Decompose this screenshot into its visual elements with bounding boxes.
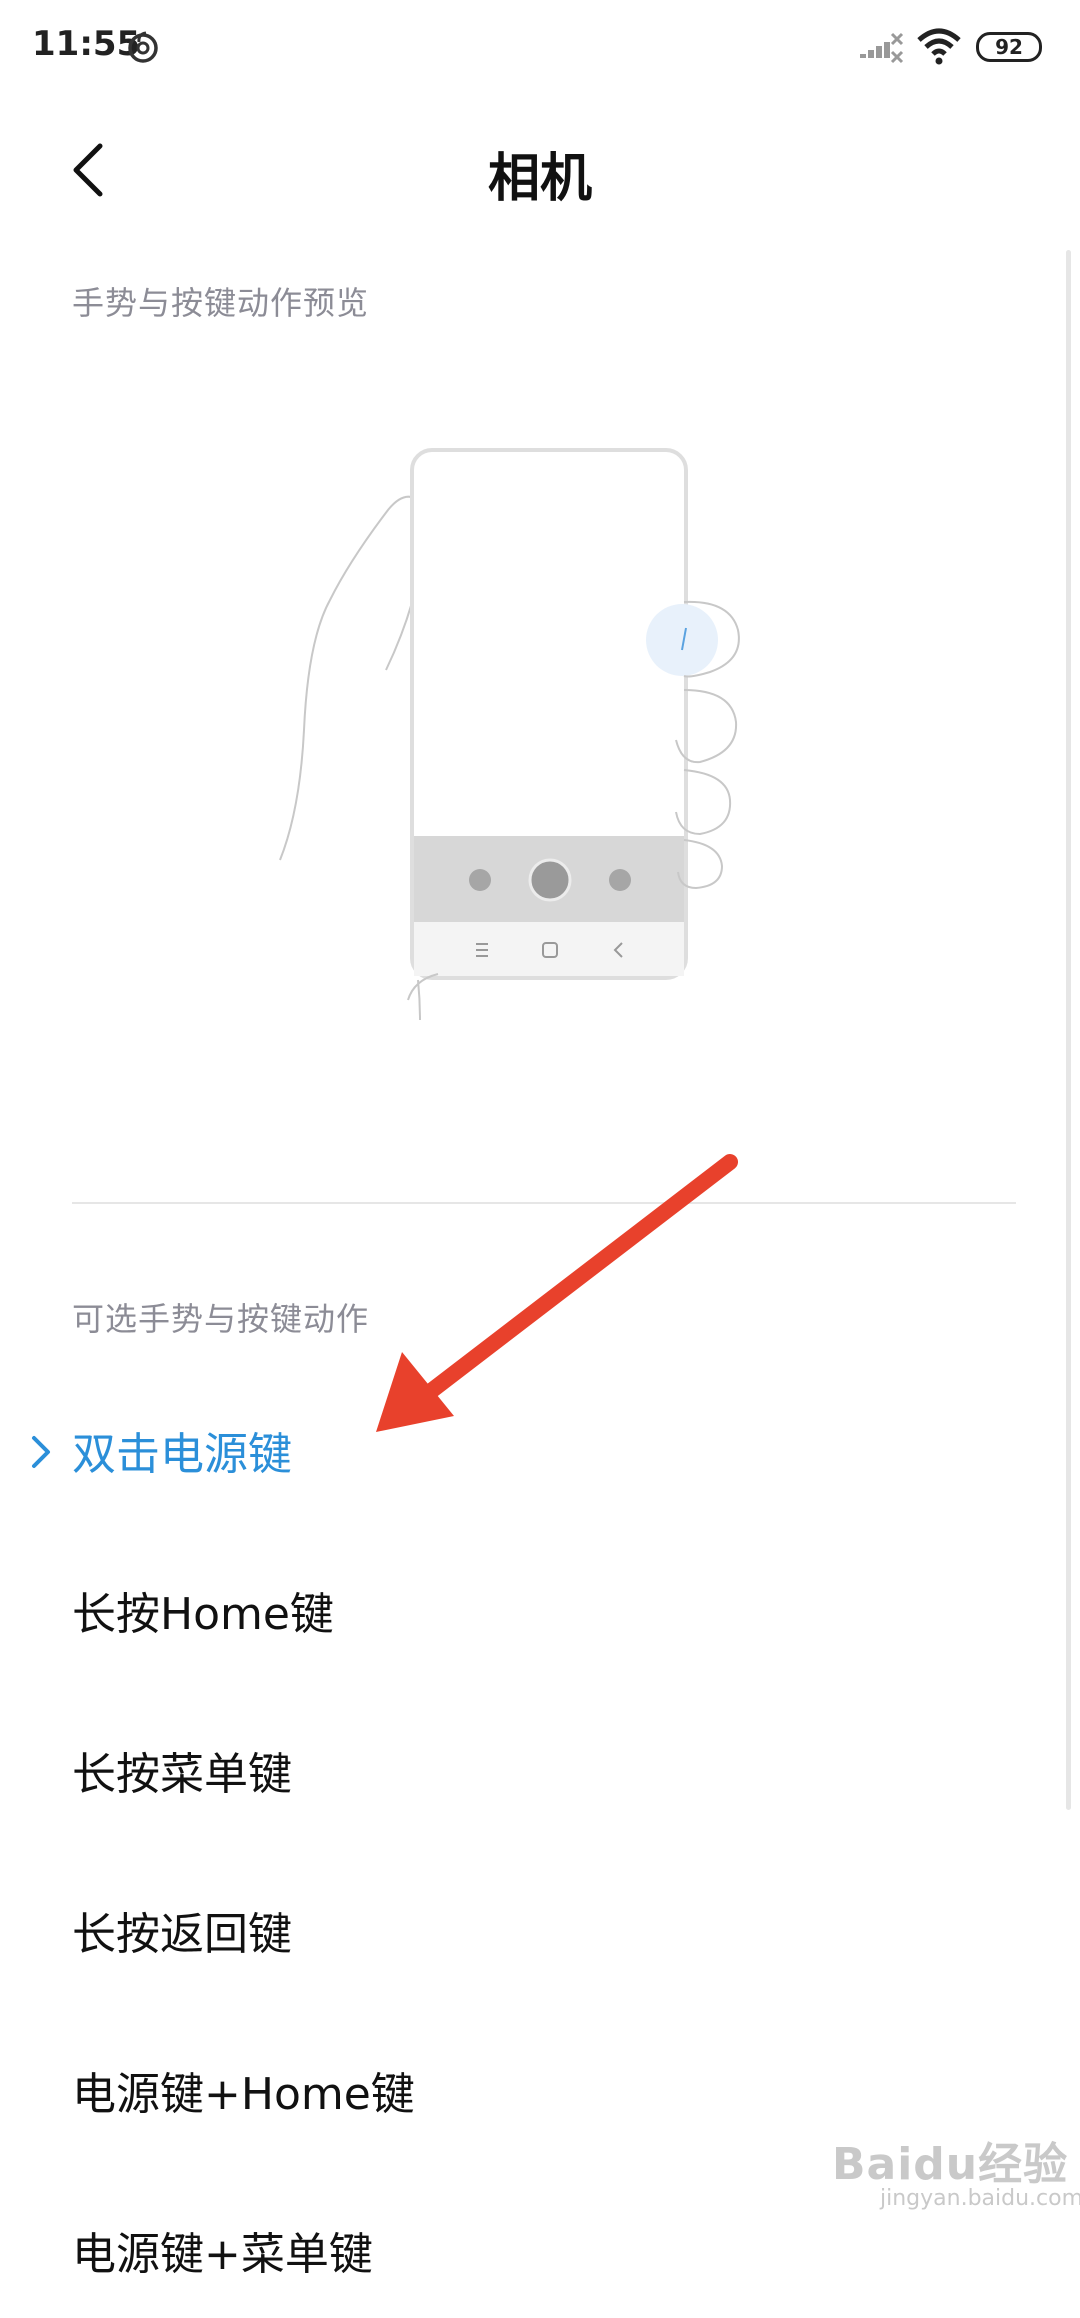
page-title: 相机 (487, 149, 592, 209)
gesture-preview-illustration (279, 448, 740, 1020)
signal-off-icon (860, 32, 904, 64)
options-section-label: 可选手势与按键动作 (72, 1300, 370, 1338)
header: 相机 (0, 110, 1080, 230)
option-label: 双击电源键 (72, 1429, 292, 1480)
option-label: 电源键+菜单键 (72, 2229, 373, 2280)
battery-level: 92 (995, 35, 1023, 59)
option-long-press-back[interactable]: 长按返回键 (0, 1858, 1080, 1998)
selected-chevron-icon (32, 1436, 50, 1468)
section-divider (72, 1202, 1016, 1204)
option-label: 长按Home键 (72, 1589, 334, 1640)
scrollbar[interactable] (1066, 250, 1071, 1810)
baidu-watermark: Baidu经验 (832, 2139, 1069, 2190)
option-long-press-home[interactable]: 长按Home键 (0, 1538, 1080, 1678)
baidu-watermark-url: jingyan.baidu.com (880, 2186, 1080, 2211)
option-long-press-menu[interactable]: 长按菜单键 (0, 1698, 1080, 1838)
netease-music-icon (128, 31, 158, 63)
wifi-icon (917, 28, 961, 65)
status-bar: 11:55 92 (0, 0, 1080, 96)
option-label: 长按返回键 (72, 1909, 292, 1960)
battery-icon: 92 (976, 32, 1042, 62)
option-double-press-power[interactable]: 双击电源键 (0, 1378, 1080, 1518)
option-label: 长按菜单键 (72, 1749, 292, 1800)
option-label: 电源键+Home键 (72, 2069, 415, 2120)
preview-section-label: 手势与按键动作预览 (72, 284, 370, 322)
